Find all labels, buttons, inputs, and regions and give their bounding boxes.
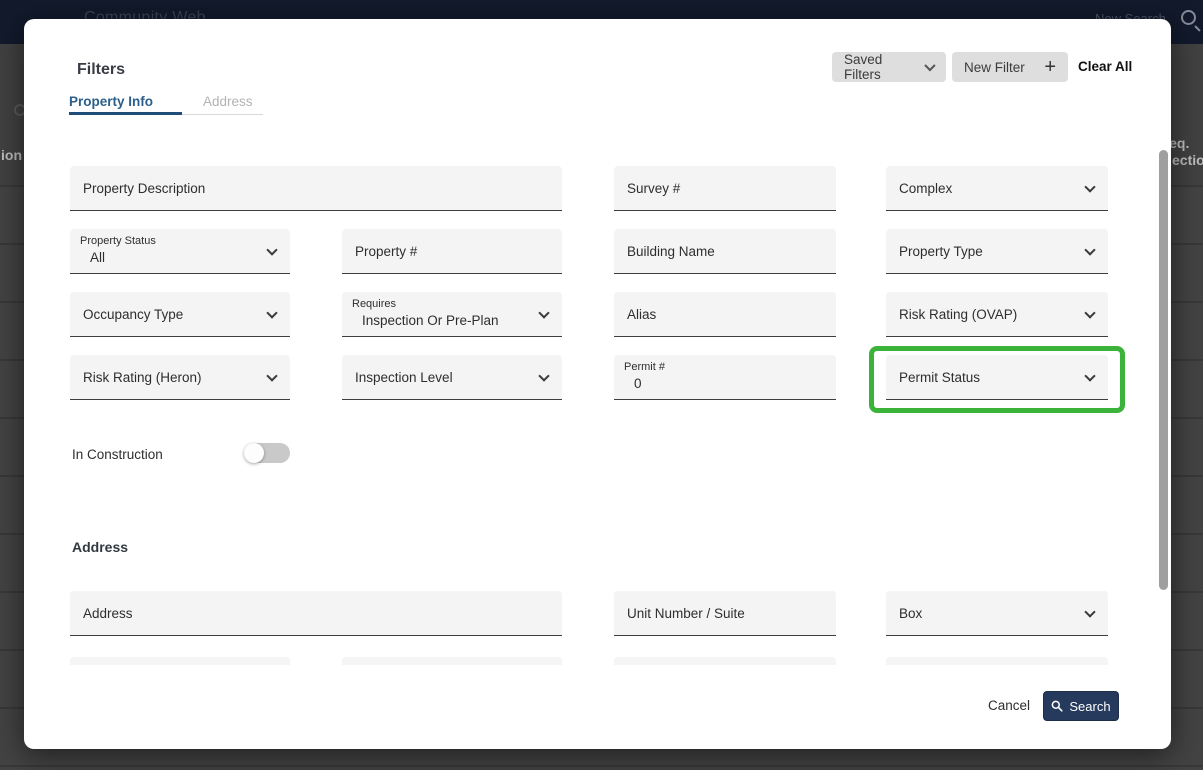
in-construction-toggle[interactable] xyxy=(244,443,290,463)
field-placeholder: Property # xyxy=(342,244,417,259)
new-filter-label: New Filter xyxy=(964,60,1025,75)
scrollbar-thumb[interactable] xyxy=(1159,150,1168,590)
field-label: Property Status xyxy=(70,229,290,247)
field-placeholder: Risk Rating (OVAP) xyxy=(886,307,1017,322)
property-type-select[interactable]: Property Type xyxy=(886,229,1108,274)
cancel-button[interactable]: Cancel xyxy=(988,698,1030,713)
search-icon xyxy=(1181,10,1196,25)
chevron-down-icon xyxy=(266,307,277,318)
risk-rating-heron-select[interactable]: Risk Rating (Heron) xyxy=(70,355,290,400)
chevron-down-icon xyxy=(1084,307,1095,318)
clipped-field[interactable] xyxy=(614,657,836,665)
clipped-field[interactable] xyxy=(342,657,562,665)
address-input[interactable]: Address xyxy=(70,591,562,636)
filters-modal: Filters Property Info Address Saved Filt… xyxy=(24,19,1171,749)
address-section-heading: Address xyxy=(72,539,128,555)
chevron-down-icon xyxy=(266,370,277,381)
new-filter-button[interactable]: New Filter + xyxy=(952,52,1068,82)
property-description-input[interactable]: Property Description xyxy=(70,166,562,211)
saved-filters-label: Saved Filters xyxy=(844,52,918,82)
clipped-column-header: ion xyxy=(1,147,22,163)
inspection-level-select[interactable]: Inspection Level xyxy=(342,355,562,400)
toggle-knob xyxy=(244,443,264,463)
search-button[interactable]: Search xyxy=(1043,691,1119,721)
field-placeholder: Building Name xyxy=(614,244,715,259)
modal-title: Filters xyxy=(77,61,125,79)
field-value: 0 xyxy=(614,373,836,391)
search-icon xyxy=(1051,700,1063,712)
field-placeholder: Unit Number / Suite xyxy=(614,606,745,621)
field-value: Inspection Or Pre-Plan xyxy=(342,310,562,328)
field-placeholder: Permit Status xyxy=(886,370,980,385)
chevron-down-icon xyxy=(925,60,936,71)
field-placeholder: Box xyxy=(886,606,922,621)
occupancy-type-select[interactable]: Occupancy Type xyxy=(70,292,290,337)
plus-icon: + xyxy=(1044,57,1056,77)
chevron-down-icon xyxy=(1084,181,1095,192)
risk-rating-ovap-select[interactable]: Risk Rating (OVAP) xyxy=(886,292,1108,337)
field-placeholder: Risk Rating (Heron) xyxy=(70,370,202,385)
field-placeholder: Occupancy Type xyxy=(70,307,183,322)
saved-filters-button[interactable]: Saved Filters xyxy=(832,52,946,82)
field-placeholder: Inspection Level xyxy=(342,370,453,385)
field-placeholder: Alias xyxy=(614,307,656,322)
building-name-input[interactable]: Building Name xyxy=(614,229,836,274)
field-value: All xyxy=(70,247,290,265)
clipped-field[interactable] xyxy=(70,657,290,665)
chevron-down-icon xyxy=(1084,606,1095,617)
clear-all-button[interactable]: Clear All xyxy=(1078,59,1132,74)
field-placeholder: Property Description xyxy=(70,181,205,196)
chevron-down-icon xyxy=(1084,244,1095,255)
chevron-down-icon xyxy=(538,370,549,381)
property-status-select[interactable]: Property Status All xyxy=(70,229,290,274)
field-label: Requires xyxy=(342,292,562,310)
box-select[interactable]: Box xyxy=(886,591,1108,636)
field-label: Permit # xyxy=(614,355,836,373)
unit-number-suite-input[interactable]: Unit Number / Suite xyxy=(614,591,836,636)
permit-status-select[interactable]: Permit Status xyxy=(886,355,1108,400)
field-placeholder: Address xyxy=(70,606,133,621)
in-construction-label: In Construction xyxy=(72,447,163,462)
clipped-column-header: ectio xyxy=(1172,152,1203,168)
field-placeholder: Survey # xyxy=(614,181,680,196)
requires-select[interactable]: Requires Inspection Or Pre-Plan xyxy=(342,292,562,337)
chevron-down-icon xyxy=(1084,370,1095,381)
alias-input[interactable]: Alias xyxy=(614,292,836,337)
complex-select[interactable]: Complex xyxy=(886,166,1108,211)
survey-number-input[interactable]: Survey # xyxy=(614,166,836,211)
clipped-field[interactable] xyxy=(886,657,1108,665)
property-number-input[interactable]: Property # xyxy=(342,229,562,274)
search-button-label: Search xyxy=(1069,699,1110,714)
permit-number-input[interactable]: Permit # 0 xyxy=(614,355,836,400)
field-placeholder: Property Type xyxy=(886,244,983,259)
field-placeholder: Complex xyxy=(886,181,952,196)
tab-active-indicator xyxy=(69,112,182,115)
tab-property-info[interactable]: Property Info xyxy=(69,94,153,109)
tab-address[interactable]: Address xyxy=(203,94,253,109)
